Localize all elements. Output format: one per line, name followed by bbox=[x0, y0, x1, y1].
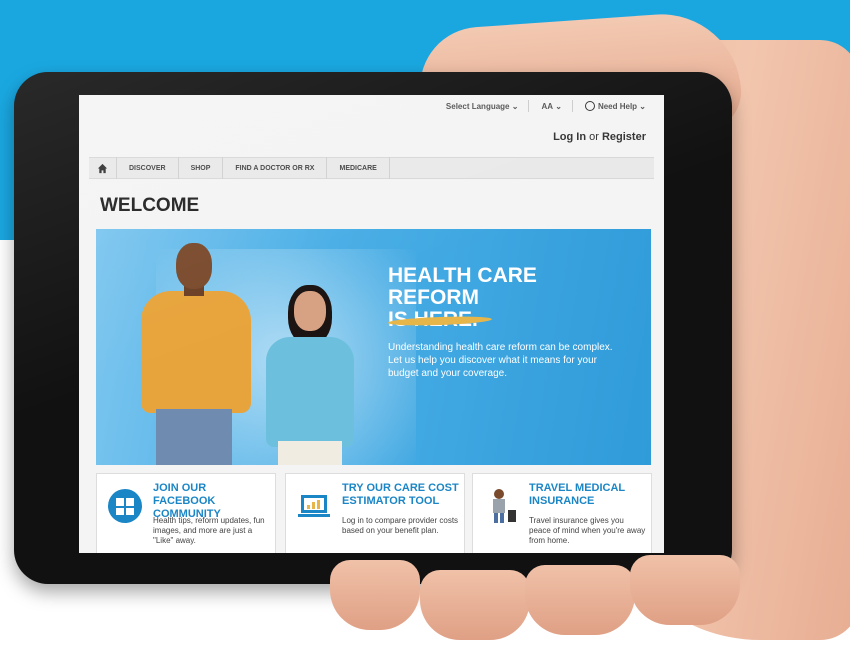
hero-man-head bbox=[176, 243, 212, 289]
text-size-label: AA bbox=[541, 101, 553, 111]
card-desc: Log in to compare provider costs based o… bbox=[342, 516, 459, 535]
hand-finger bbox=[420, 570, 530, 640]
need-help-label: Need Help bbox=[597, 101, 638, 111]
main-nav: DISCOVER SHOP FIND A DOCTOR OR RX MEDICA… bbox=[89, 157, 654, 179]
nav-item-find-doctor[interactable]: FIND A DOCTOR OR RX bbox=[223, 157, 328, 179]
hand-finger bbox=[330, 560, 420, 630]
need-help-menu[interactable]: Need Help ⌄ bbox=[584, 101, 646, 111]
hero-woman-head bbox=[294, 291, 326, 331]
hand-finger bbox=[525, 565, 635, 635]
home-icon bbox=[97, 163, 108, 173]
chevron-down-icon: ⌄ bbox=[509, 101, 519, 111]
login-register: Log In or Register bbox=[553, 131, 646, 143]
nav-item-medicare[interactable]: MEDICARE bbox=[327, 157, 390, 179]
hero-woman-figure bbox=[266, 337, 354, 447]
tablet-screen: Select Language ⌄ AA ⌄ Need Help ⌄ Log I… bbox=[79, 95, 664, 553]
facebook-community-icon bbox=[108, 489, 142, 523]
hero-woman-pants bbox=[278, 441, 342, 465]
card-title[interactable]: TRAVEL MEDICAL INSURANCE bbox=[529, 482, 647, 508]
language-select-label: Select Language bbox=[445, 101, 510, 111]
card-title[interactable]: TRY OUR CARE COST ESTIMATOR TOOL bbox=[342, 482, 460, 508]
login-link[interactable]: Log In bbox=[553, 131, 586, 143]
utility-bar: Select Language ⌄ AA ⌄ Need Help ⌄ bbox=[79, 95, 664, 117]
hero-man-figure bbox=[141, 291, 251, 413]
hero-man-jeans bbox=[156, 409, 232, 465]
utility-divider bbox=[528, 100, 530, 112]
traveler-icon bbox=[493, 489, 516, 523]
help-circle-icon bbox=[584, 101, 595, 111]
card-travel-insurance[interactable]: TRAVEL MEDICAL INSURANCE Travel insuranc… bbox=[472, 473, 652, 553]
laptop-chart-icon bbox=[298, 495, 330, 517]
hand-finger bbox=[630, 555, 740, 625]
card-desc: Travel insurance gives you peace of mind… bbox=[529, 516, 646, 545]
nav-item-shop[interactable]: SHOP bbox=[179, 157, 224, 179]
nav-home[interactable] bbox=[89, 157, 117, 179]
language-select[interactable]: Select Language ⌄ bbox=[446, 102, 519, 111]
card-facebook[interactable]: JOIN OUR FACEBOOK COMMUNITY Health tips,… bbox=[96, 473, 276, 553]
hero-banner[interactable]: HEALTH CARE REFORM IS HERE. Understandin… bbox=[96, 229, 651, 465]
chevron-down-icon: ⌄ bbox=[553, 101, 562, 111]
card-cost-estimator[interactable]: TRY OUR CARE COST ESTIMATOR TOOL Log in … bbox=[285, 473, 465, 553]
hero-title-line1: HEALTH CARE REFORM bbox=[388, 264, 537, 309]
or-text: or bbox=[589, 131, 599, 143]
register-link[interactable]: Register bbox=[602, 131, 646, 143]
page-title: WELCOME bbox=[100, 195, 200, 216]
utility-divider bbox=[571, 100, 573, 112]
hero-text: Understanding health care reform can be … bbox=[388, 342, 613, 379]
text-size-control[interactable]: AA ⌄ bbox=[541, 102, 562, 111]
card-desc: Health tips, reform updates, fun images,… bbox=[153, 516, 265, 545]
chevron-down-icon: ⌄ bbox=[637, 101, 646, 111]
nav-item-discover[interactable]: DISCOVER bbox=[117, 157, 179, 179]
